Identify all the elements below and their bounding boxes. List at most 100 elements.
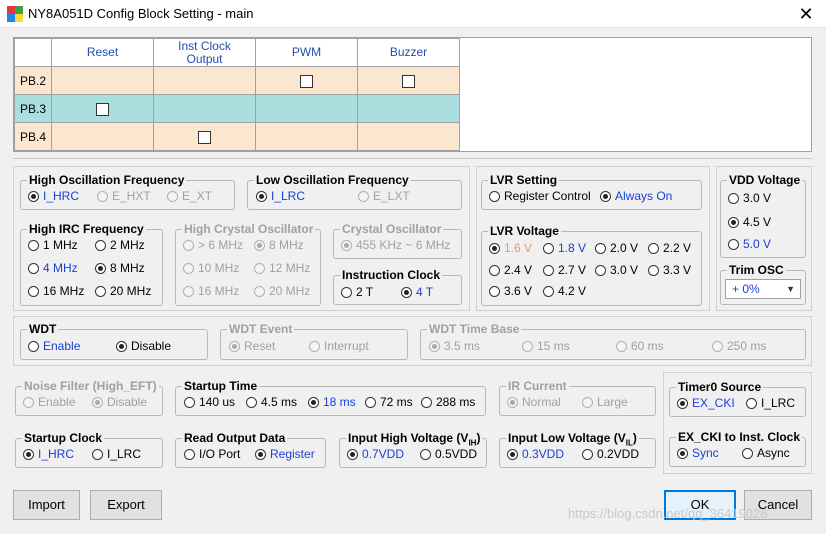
radio-vil-0-3vdd[interactable]: 0.3VDD <box>507 447 564 461</box>
radio-vih-0-7vdd[interactable]: 0.7VDD <box>347 447 404 461</box>
close-icon[interactable]: ✕ <box>794 3 818 25</box>
radio-timer0-ex-cki[interactable]: EX_CKI <box>677 396 735 410</box>
radio-vdd-4-5v[interactable]: 4.5 V <box>728 215 771 229</box>
radio-vil-0-2vdd[interactable]: 0.2VDD <box>582 447 639 461</box>
radio-icon <box>95 240 106 251</box>
radio-icon <box>595 265 606 276</box>
table-cell <box>255 94 358 123</box>
radio-lvr-4-2v[interactable]: 4.2 V <box>543 284 586 298</box>
radio-selected-icon <box>92 397 103 408</box>
radio-wdt-event-interrupt[interactable]: Interrupt <box>309 339 369 353</box>
radio-noise-enable[interactable]: Enable <box>23 395 75 409</box>
pb4-inst-clock-output-checkbox[interactable] <box>198 130 211 144</box>
radio-lvr-3-3v[interactable]: 3.3 V <box>648 263 691 277</box>
radio-lvr-3-6v[interactable]: 3.6 V <box>489 284 532 298</box>
radio-1mhz[interactable]: 1 MHz <box>28 238 78 252</box>
radio-4mhz[interactable]: 4 MHz <box>28 261 78 275</box>
radio-icon <box>648 265 659 276</box>
group-title: IR Current <box>506 379 569 393</box>
radio-lvr-2-0v[interactable]: 2.0 V <box>595 241 638 255</box>
radio-startup-140us[interactable]: 140 us <box>184 395 235 409</box>
radio-startup-18ms[interactable]: 18 ms <box>308 395 356 409</box>
radio-gt-6mhz[interactable]: > 6 MHz <box>183 238 243 252</box>
radio-icon <box>246 397 257 408</box>
radio-8mhz[interactable]: 8 MHz <box>95 261 145 275</box>
radio-read-register[interactable]: Register <box>255 447 315 461</box>
radio-16mhz[interactable]: 16 MHz <box>28 284 84 298</box>
radio-icon <box>616 341 627 352</box>
pin-grid: Reset Inst Clock Output PWM Buzzer PB.2 … <box>14 38 460 151</box>
radio-wdt-3-5ms[interactable]: 3.5 ms <box>429 339 480 353</box>
radio-wdt-enable[interactable]: Enable <box>28 339 80 353</box>
corner-cell <box>14 38 52 67</box>
radio-vdd-3v[interactable]: 3.0 V <box>728 191 771 205</box>
radio-timer0-i-lrc[interactable]: I_LRC <box>746 396 795 410</box>
radio-lvr-2-7v[interactable]: 2.7 V <box>543 263 586 277</box>
export-button[interactable]: Export <box>90 490 162 520</box>
table-cell <box>51 122 154 151</box>
radio-xtal-8mhz[interactable]: 8 MHz <box>254 238 304 252</box>
radio-startup-clock-i-hrc[interactable]: I_HRC <box>23 447 74 461</box>
radio-selected-icon <box>489 243 500 254</box>
group-title: WDT <box>27 322 59 336</box>
radio-noise-disable[interactable]: Disable <box>92 395 147 409</box>
radio-wdt-250ms[interactable]: 250 ms <box>712 339 766 353</box>
radio-lvr-1-8v[interactable]: 1.8 V <box>543 241 586 255</box>
radio-20mhz[interactable]: 20 MHz <box>95 284 151 298</box>
radio-2mhz[interactable]: 2 MHz <box>95 238 145 252</box>
radio-i-hrc[interactable]: I_HRC <box>28 189 79 203</box>
radio-startup-72ms[interactable]: 72 ms <box>365 395 413 409</box>
radio-e-lxt[interactable]: E_LXT <box>358 189 410 203</box>
radio-lvr-1-6v[interactable]: 1.6 V <box>489 241 532 255</box>
group-title: Low Oscillation Frequency <box>254 173 411 187</box>
radio-vdd-5v[interactable]: 5.0 V <box>728 237 771 251</box>
table-cell <box>255 122 358 151</box>
radio-startup-clock-i-lrc[interactable]: I_LRC <box>92 447 141 461</box>
pb2-pwm-checkbox[interactable] <box>300 74 313 88</box>
radio-icon <box>23 397 34 408</box>
radio-icon <box>746 398 757 409</box>
radio-read-io-port[interactable]: I/O Port <box>184 447 240 461</box>
radio-icon <box>183 263 194 274</box>
radio-always-on[interactable]: Always On <box>600 189 672 203</box>
radio-e-xt[interactable]: E_XT <box>167 189 212 203</box>
radio-icon <box>489 265 500 276</box>
radio-wdt-event-reset[interactable]: Reset <box>229 339 275 353</box>
radio-startup-4-5ms[interactable]: 4.5 ms <box>246 395 297 409</box>
radio-lvr-2-4v[interactable]: 2.4 V <box>489 263 532 277</box>
radio-selected-icon <box>341 240 352 251</box>
divider <box>13 158 812 159</box>
row-header-pb4: PB.4 <box>14 122 52 151</box>
radio-ex-cki-sync[interactable]: Sync <box>677 446 719 460</box>
radio-lvr-3-0v[interactable]: 3.0 V <box>595 263 638 277</box>
radio-wdt-60ms[interactable]: 60 ms <box>616 339 664 353</box>
radio-wdt-disable[interactable]: Disable <box>116 339 171 353</box>
radio-xtal-20mhz[interactable]: 20 MHz <box>254 284 310 298</box>
radio-e-hxt[interactable]: E_HXT <box>97 189 151 203</box>
radio-ir-normal[interactable]: Normal <box>507 395 561 409</box>
radio-4t[interactable]: 4 T <box>401 285 433 299</box>
radio-ex-cki-async[interactable]: Async <box>742 446 790 460</box>
radio-ir-large[interactable]: Large <box>582 395 628 409</box>
radio-icon <box>543 265 554 276</box>
radio-startup-288ms[interactable]: 288 ms <box>421 395 475 409</box>
pb2-buzzer-checkbox[interactable] <box>402 74 415 88</box>
group-title: High Crystal Oscillator <box>182 222 316 236</box>
radio-xtal-10mhz[interactable]: 10 MHz <box>183 261 239 275</box>
radio-icon <box>183 286 194 297</box>
trim-osc-select[interactable]: + 0% ▼ <box>725 279 801 299</box>
radio-455khz-6mhz[interactable]: 455 KHz ~ 6 MHz <box>341 238 450 252</box>
pb3-reset-checkbox[interactable] <box>96 102 109 116</box>
radio-register-control[interactable]: Register Control <box>489 189 591 203</box>
radio-2t[interactable]: 2 T <box>341 285 373 299</box>
radio-selected-icon <box>254 240 265 251</box>
table-row: PB.4 <box>14 122 460 151</box>
radio-vih-0-5vdd[interactable]: 0.5VDD <box>420 447 477 461</box>
radio-wdt-15ms[interactable]: 15 ms <box>522 339 570 353</box>
radio-lvr-2-2v[interactable]: 2.2 V <box>648 241 691 255</box>
import-button[interactable]: Import <box>13 490 80 520</box>
radio-icon <box>254 263 265 274</box>
radio-i-lrc[interactable]: I_LRC <box>256 189 305 203</box>
radio-xtal-12mhz[interactable]: 12 MHz <box>254 261 310 275</box>
radio-xtal-16mhz[interactable]: 16 MHz <box>183 284 239 298</box>
